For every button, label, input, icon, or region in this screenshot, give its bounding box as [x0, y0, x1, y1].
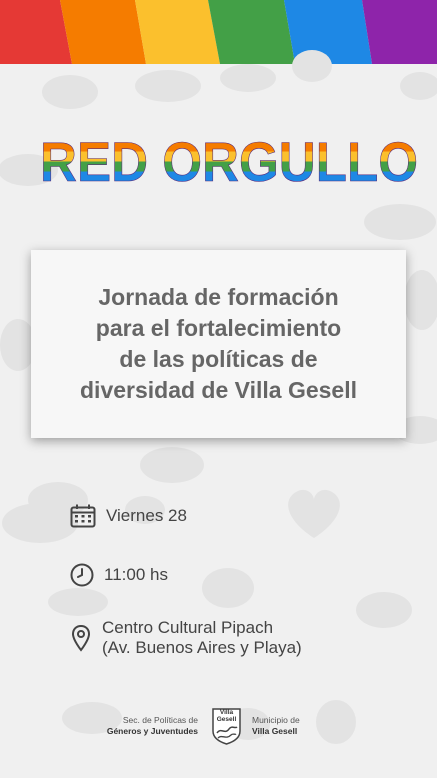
event-location: Centro Cultural Pipach (Av. Buenos Aires…	[70, 618, 302, 658]
bubble-decoration	[202, 568, 254, 608]
bubble-decoration	[364, 204, 436, 240]
bubble-decoration	[404, 270, 437, 330]
event-title-line: Jornada de formación	[98, 284, 339, 310]
bubble-decoration	[400, 72, 437, 100]
bubble-decoration	[48, 588, 108, 616]
clock-icon	[70, 563, 94, 587]
bubble-decoration	[42, 75, 98, 109]
municipality-credit: Municipio de Villa Gesell	[252, 715, 300, 737]
event-title-line: diversidad de Villa Gesell	[80, 377, 357, 403]
event-location-text: Centro Cultural Pipach (Av. Buenos Aires…	[102, 618, 302, 658]
bubble-decoration	[2, 503, 78, 543]
event-time-text: 11:00 hs	[104, 565, 168, 584]
secretariat-line-2: Géneros y Juventudes	[106, 726, 198, 736]
bubble-decoration	[220, 64, 276, 92]
calendar-icon	[70, 504, 96, 528]
brand-title-text: RED ORGULLO	[40, 130, 418, 193]
bubble-decoration	[356, 592, 412, 628]
event-time: 11:00 hs	[70, 563, 168, 587]
logo-text: Villa Gesell	[212, 709, 241, 723]
municipality-line-1: Municipio de	[252, 715, 300, 725]
location-line-1: Centro Cultural Pipach	[102, 618, 274, 637]
event-date-text: Viernes 28	[106, 506, 187, 525]
logo-line-2: Gesell	[216, 715, 237, 723]
bubble-decoration	[140, 447, 204, 483]
event-title-line: para el fortalecimiento	[95, 315, 342, 341]
bubble-decoration	[316, 700, 356, 744]
municipality-line-2: Villa Gesell	[252, 726, 298, 736]
bubble-decoration	[292, 50, 332, 82]
brand-title: RED ORGULLO	[40, 130, 419, 194]
event-title-card: Jornada de formación para el fortalecimi…	[31, 250, 406, 438]
location-pin-icon	[71, 624, 91, 652]
event-date: Viernes 28	[70, 504, 187, 528]
event-title-line: de las políticas de	[119, 346, 318, 372]
secretariat-line-1: Sec. de Políticas de	[122, 715, 198, 725]
location-line-2: (Av. Buenos Aires y Playa)	[102, 638, 302, 657]
bubble-decoration	[135, 70, 201, 102]
secretariat-credit: Sec. de Políticas de Géneros y Juventude…	[90, 715, 198, 737]
heart-decoration	[288, 489, 340, 538]
